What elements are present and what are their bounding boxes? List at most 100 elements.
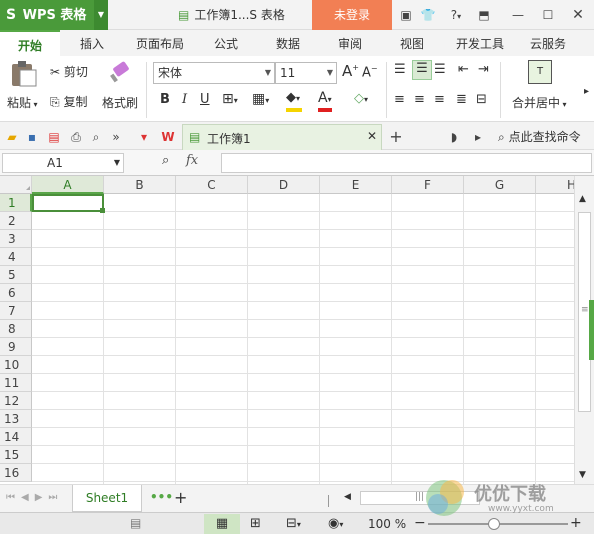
tab-developer[interactable]: 开发工具	[448, 30, 512, 56]
scroll-down-icon[interactable]: ▼	[579, 470, 586, 480]
hscroll-left-icon[interactable]: ◀	[344, 492, 351, 502]
maximize-icon[interactable]: ☐	[540, 7, 556, 23]
active-cell-a1[interactable]	[32, 194, 104, 212]
print-icon[interactable]: ⎙	[68, 129, 84, 145]
add-sheet-icon[interactable]: +	[174, 488, 187, 507]
macro-icon[interactable]: ▤	[130, 516, 141, 530]
align-right-icon[interactable]: ≡	[434, 92, 445, 107]
bold-button[interactable]: B	[160, 92, 170, 107]
save-icon[interactable]: ▪	[24, 129, 40, 145]
underline-button[interactable]: U	[200, 92, 210, 107]
wps-logo-icon[interactable]: W	[160, 129, 176, 145]
format-painter-icon[interactable]	[108, 60, 132, 84]
copy-button[interactable]: ⎘ 复制	[50, 93, 87, 110]
row-header-8[interactable]: 8	[0, 320, 32, 338]
sheet-tab-sheet1[interactable]: Sheet1	[72, 485, 142, 512]
zoom-slider-thumb[interactable]	[488, 518, 500, 530]
app-menu-button[interactable]: S WPS 表格	[0, 0, 94, 30]
tab-view[interactable]: 视图	[392, 30, 432, 56]
print-preview-icon[interactable]: ⌕	[88, 129, 104, 145]
tab-home[interactable]: 开始	[0, 30, 60, 56]
column-header-a[interactable]: A	[32, 176, 104, 194]
skin-icon[interactable]: ▣	[398, 7, 414, 23]
more-commands-icon[interactable]: »	[108, 129, 124, 145]
row-header-5[interactable]: 5	[0, 266, 32, 284]
fill-handle[interactable]	[100, 208, 105, 213]
justify-icon[interactable]: ≣	[456, 92, 467, 107]
paste-icon[interactable]	[8, 60, 42, 88]
row-header-9[interactable]: 9	[0, 338, 32, 356]
close-icon[interactable]: ✕	[570, 7, 586, 23]
font-family-select[interactable]: 宋体 ▼	[153, 62, 275, 84]
column-header-g[interactable]: G	[464, 176, 536, 194]
document-tab[interactable]: ▤ 工作簿1 ✕	[182, 124, 382, 150]
ribbon-more-icon[interactable]: ▸	[584, 86, 589, 97]
help-icon[interactable]: ?▾	[445, 7, 467, 23]
row-header-7[interactable]: 7	[0, 302, 32, 320]
row-header-16[interactable]: 16	[0, 464, 32, 482]
row-header-10[interactable]: 10	[0, 356, 32, 374]
tab-list-icon[interactable]: ◗	[446, 129, 462, 145]
row-header-15[interactable]: 15	[0, 446, 32, 464]
italic-button[interactable]: I	[182, 92, 187, 107]
align-top-icon[interactable]: ☰	[394, 62, 406, 77]
app-menu-dropdown[interactable]: ▼	[94, 0, 108, 30]
column-header-h[interactable]: H	[536, 176, 574, 194]
format-painter-button[interactable]: 格式刷	[102, 94, 138, 111]
column-header-e[interactable]: E	[320, 176, 392, 194]
tab-review[interactable]: 审阅	[330, 30, 370, 56]
grow-font-icon[interactable]: A+	[342, 62, 359, 80]
command-search[interactable]: ⌕ 点此查找命令	[498, 128, 581, 145]
select-all-corner[interactable]	[0, 176, 32, 194]
clear-format-icon[interactable]: ◇▾	[354, 91, 368, 106]
more-sheets-icon[interactable]: •••	[150, 490, 173, 504]
cell-style-icon[interactable]: ▦▾	[252, 91, 269, 107]
normal-view-icon[interactable]: ▦	[204, 514, 240, 534]
row-header-13[interactable]: 13	[0, 410, 32, 428]
scroll-up-icon[interactable]: ▲	[579, 194, 586, 204]
zoom-lookup-icon[interactable]: ⌕	[162, 153, 169, 168]
shrink-font-icon[interactable]: A−	[362, 64, 378, 80]
align-center-icon[interactable]: ≡	[414, 92, 425, 107]
border-icon[interactable]: ⊞▾	[222, 91, 238, 107]
close-tab-icon[interactable]: ✕	[367, 129, 377, 143]
zoom-level[interactable]: 100 %	[368, 517, 406, 531]
increase-indent-icon[interactable]: ⇥	[478, 62, 489, 77]
customize-icon[interactable]: ▾	[136, 129, 152, 145]
side-panel-tab[interactable]	[589, 300, 594, 360]
font-size-select[interactable]: 11 ▼	[275, 62, 337, 84]
align-middle-icon[interactable]: ☰	[412, 60, 432, 80]
tab-data[interactable]: 数据	[268, 30, 308, 56]
tab-page-layout[interactable]: 页面布局	[128, 30, 192, 56]
open-folder-icon[interactable]: ▰	[4, 129, 20, 145]
paste-button[interactable]: 粘贴 ▾	[7, 94, 38, 111]
column-header-c[interactable]: C	[176, 176, 248, 194]
row-header-14[interactable]: 14	[0, 428, 32, 446]
tab-cloud[interactable]: 云服务	[520, 30, 576, 56]
merge-center-icon[interactable]: T	[528, 60, 552, 84]
new-tab-icon[interactable]: +	[388, 129, 404, 145]
tab-insert[interactable]: 插入	[72, 30, 112, 56]
merge-center-button[interactable]: 合并居中 ▾	[512, 94, 567, 111]
column-header-b[interactable]: B	[104, 176, 176, 194]
decrease-indent-icon[interactable]: ⇤	[458, 62, 469, 77]
name-box[interactable]: A1 ▼	[2, 153, 124, 173]
row-header-12[interactable]: 12	[0, 392, 32, 410]
tab-menu-icon[interactable]: ▸	[470, 129, 486, 145]
font-color-icon[interactable]: A▾	[318, 90, 346, 112]
formula-input[interactable]	[221, 153, 592, 173]
export-pdf-icon[interactable]: ▤	[46, 129, 62, 145]
row-header-1[interactable]: 1	[0, 194, 32, 212]
row-header-4[interactable]: 4	[0, 248, 32, 266]
column-header-f[interactable]: F	[392, 176, 464, 194]
sheet-nav-icon[interactable]: ⏮◀▶⏭	[6, 492, 63, 503]
page-layout-view-icon[interactable]: ⊟▾	[286, 516, 301, 531]
column-header-d[interactable]: D	[248, 176, 320, 194]
zoom-in-icon[interactable]: +	[570, 515, 582, 531]
restore-ribbon-icon[interactable]: ⬒	[476, 7, 492, 23]
distributed-icon[interactable]: ⊟	[476, 92, 487, 107]
reading-mode-icon[interactable]: ◉▾	[328, 516, 343, 531]
page-break-view-icon[interactable]: ⊞	[250, 516, 261, 531]
align-left-icon[interactable]: ≡	[394, 92, 405, 107]
tab-formulas[interactable]: 公式	[206, 30, 246, 56]
